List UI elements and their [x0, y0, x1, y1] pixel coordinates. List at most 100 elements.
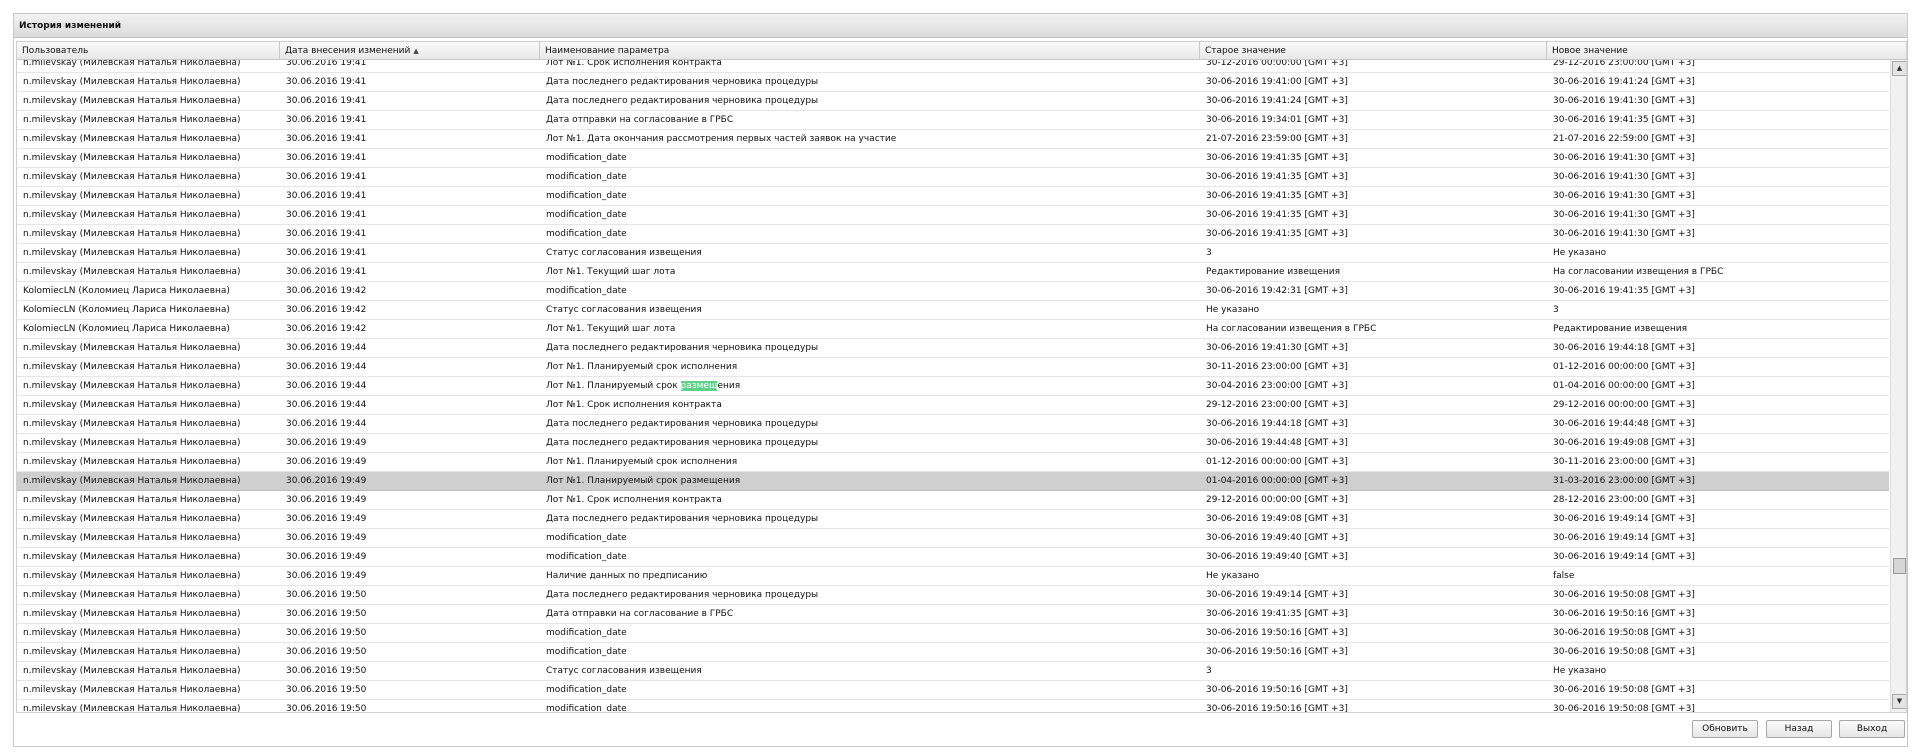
exit-button[interactable]: Выход	[1839, 720, 1905, 738]
table-row[interactable]: n.milevskay (Милевская Наталья Николаевн…	[17, 130, 1889, 149]
cell-new-value: 30-06-2016 19:41:30 [GMT +3]	[1553, 96, 1695, 106]
cell-date: 30.06.2016 19:49	[286, 457, 367, 467]
table-row[interactable]: n.milevskay (Милевская Наталья Николаевн…	[17, 453, 1889, 472]
cell-parameter: modification_date	[546, 704, 627, 712]
cell-user: n.milevskay (Милевская Наталья Николаевн…	[23, 476, 241, 486]
table-row[interactable]: n.milevskay (Милевская Наталья Николаевн…	[17, 187, 1889, 206]
vertical-scrollbar[interactable]: ▲ ▼	[1890, 60, 1906, 712]
column-header-old-value[interactable]: Старое значение	[1200, 42, 1547, 60]
scroll-down-icon[interactable]: ▼	[1892, 694, 1906, 709]
cell-new-value: 30-06-2016 19:49:08 [GMT +3]	[1553, 438, 1695, 448]
cell-new-value: 30-06-2016 19:49:14 [GMT +3]	[1553, 552, 1695, 562]
cell-date: 30.06.2016 19:42	[286, 305, 367, 315]
column-header-label: Дата внесения изменений	[285, 46, 411, 56]
column-header-label: Пользователь	[22, 46, 89, 56]
cell-user: KolomiecLN (Коломиец Лариса Николаевна)	[23, 324, 230, 334]
cell-date: 30.06.2016 19:42	[286, 324, 367, 334]
table-row[interactable]: n.milevskay (Милевская Наталья Николаевн…	[17, 624, 1889, 643]
cell-parameter: Лот №1. Дата окончания рассмотрения перв…	[546, 134, 897, 144]
table-row[interactable]: n.milevskay (Милевская Наталья Николаевн…	[17, 73, 1889, 92]
scroll-up-icon[interactable]: ▲	[1892, 61, 1906, 76]
cell-parameter: Дата последнего редактирования черновика…	[546, 514, 819, 524]
cell-date: 30.06.2016 19:42	[286, 286, 367, 296]
cell-user: n.milevskay (Милевская Наталья Николаевн…	[23, 457, 241, 467]
back-button[interactable]: Назад	[1766, 720, 1832, 738]
table-row[interactable]: n.milevskay (Милевская Наталья Николаевн…	[17, 111, 1889, 130]
cell-user: n.milevskay (Милевская Наталья Николаевн…	[23, 590, 241, 600]
table-row[interactable]: n.milevskay (Милевская Наталья Николаевн…	[17, 681, 1889, 700]
cell-user: n.milevskay (Милевская Наталья Николаевн…	[23, 343, 241, 353]
cell-new-value: Не указано	[1553, 248, 1607, 258]
table-row[interactable]: n.milevskay (Милевская Наталья Николаевн…	[17, 92, 1889, 111]
table-row[interactable]: n.milevskay (Милевская Наталья Николаевн…	[17, 206, 1889, 225]
table-row[interactable]: n.milevskay (Милевская Наталья Николаевн…	[17, 60, 1889, 73]
column-header-new-value[interactable]: Новое значение	[1547, 42, 1906, 60]
column-header-date[interactable]: Дата внесения изменений ▲	[280, 42, 540, 60]
cell-old-value: 30-06-2016 19:34:01 [GMT +3]	[1206, 115, 1348, 125]
table-row[interactable]: n.milevskay (Милевская Наталья Николаевн…	[17, 263, 1889, 282]
table-row[interactable]: n.milevskay (Милевская Наталья Николаевн…	[17, 149, 1889, 168]
cell-new-value: 30-06-2016 19:41:30 [GMT +3]	[1553, 229, 1695, 239]
table-row[interactable]: n.milevskay (Милевская Наталья Николаевн…	[17, 662, 1889, 681]
table-row[interactable]: n.milevskay (Милевская Наталья Николаевн…	[17, 434, 1889, 453]
column-header-user[interactable]: Пользователь	[17, 42, 280, 60]
table-row[interactable]: n.milevskay (Милевская Наталья Николаевн…	[17, 605, 1889, 624]
column-header-label: Новое значение	[1552, 46, 1628, 56]
refresh-button[interactable]: Обновить	[1692, 720, 1758, 738]
table-row[interactable]: n.milevskay (Милевская Наталья Николаевн…	[17, 548, 1889, 567]
cell-user: n.milevskay (Милевская Наталья Николаевн…	[23, 438, 241, 448]
cell-new-value: 30-06-2016 19:44:48 [GMT +3]	[1553, 419, 1695, 429]
table-row[interactable]: KolomiecLN (Коломиец Лариса Николаевна) 3…	[17, 301, 1889, 320]
table-row[interactable]: KolomiecLN (Коломиец Лариса Николаевна) 3…	[17, 282, 1889, 301]
table-row[interactable]: n.milevskay (Милевская Наталья Николаевн…	[17, 225, 1889, 244]
table-row[interactable]: n.milevskay (Милевская Наталья Николаевн…	[17, 244, 1889, 263]
history-panel: История изменений Пользователь Дата внес…	[13, 13, 1908, 747]
cell-user: n.milevskay (Милевская Наталья Николаевн…	[23, 267, 241, 277]
table-row[interactable]: n.milevskay (Милевская Наталья Николаевн…	[17, 472, 1889, 491]
cell-new-value: Не указано	[1553, 666, 1607, 676]
cell-text: Лот №1. Планируемый срок	[546, 381, 681, 391]
table-row[interactable]: n.milevskay (Милевская Наталья Николаевн…	[17, 586, 1889, 605]
cell-old-value: Не указано	[1206, 305, 1260, 315]
cell-new-value: 31-03-2016 23:00:00 [GMT +3]	[1553, 476, 1695, 486]
table-row[interactable]: n.milevskay (Милевская Наталья Николаевн…	[17, 529, 1889, 548]
table-row[interactable]: n.milevskay (Милевская Наталья Николаевн…	[17, 415, 1889, 434]
cell-date: 30.06.2016 19:41	[286, 115, 367, 125]
sort-ascending-icon: ▲	[413, 47, 419, 55]
table-row[interactable]: n.milevskay (Милевская Наталья Николаевн…	[17, 358, 1889, 377]
cell-parameter: Лот №1. Текущий шаг лота	[546, 324, 676, 334]
cell-parameter: modification_date	[546, 210, 627, 220]
cell-new-value: Редактирование извещения	[1553, 324, 1688, 334]
table-row[interactable]: n.milevskay (Милевская Наталья Николаевн…	[17, 396, 1889, 415]
table-row[interactable]: n.milevskay (Милевская Наталья Николаевн…	[17, 377, 1889, 396]
search-highlight: размещ	[680, 381, 718, 391]
grid-rows: n.milevskay (Милевская Наталья Николаевн…	[17, 60, 1889, 712]
table-row[interactable]: n.milevskay (Милевская Наталья Николаевн…	[17, 567, 1889, 586]
table-row[interactable]: n.milevskay (Милевская Наталья Николаевн…	[17, 339, 1889, 358]
cell-old-value: 29-12-2016 00:00:00 [GMT +3]	[1206, 495, 1348, 505]
table-row[interactable]: n.milevskay (Милевская Наталья Николаевн…	[17, 700, 1889, 712]
cell-new-value: 30-06-2016 19:41:30 [GMT +3]	[1553, 191, 1695, 201]
table-row[interactable]: n.milevskay (Милевская Наталья Николаевн…	[17, 510, 1889, 529]
table-row[interactable]: n.milevskay (Милевская Наталья Николаевн…	[17, 491, 1889, 510]
column-header-parameter[interactable]: Наименование параметра	[540, 42, 1200, 60]
cell-user: n.milevskay (Милевская Наталья Николаевн…	[23, 153, 241, 163]
table-row[interactable]: n.milevskay (Милевская Наталья Николаевн…	[17, 168, 1889, 187]
cell-user: n.milevskay (Милевская Наталья Николаевн…	[23, 96, 241, 106]
cell-date: 30.06.2016 19:41	[286, 210, 367, 220]
cell-old-value: 30-12-2016 00:00:00 [GMT +3]	[1206, 60, 1348, 68]
cell-new-value: 30-06-2016 19:41:24 [GMT +3]	[1553, 77, 1695, 87]
cell-new-value: 01-12-2016 00:00:00 [GMT +3]	[1553, 362, 1695, 372]
cell-new-value: 30-06-2016 19:50:08 [GMT +3]	[1553, 704, 1695, 712]
cell-old-value: 30-06-2016 19:44:48 [GMT +3]	[1206, 438, 1348, 448]
cell-date: 30.06.2016 19:41	[286, 229, 367, 239]
cell-user: n.milevskay (Милевская Наталья Николаевн…	[23, 628, 241, 638]
cell-parameter: modification_date	[546, 647, 627, 657]
cell-parameter: Наличие данных по предписанию	[546, 571, 708, 581]
cell-old-value: Не указано	[1206, 571, 1260, 581]
table-row[interactable]: n.milevskay (Милевская Наталья Николаевн…	[17, 643, 1889, 662]
table-row[interactable]: KolomiecLN (Коломиец Лариса Николаевна) 3…	[17, 320, 1889, 339]
cell-old-value: Редактирование извещения	[1206, 267, 1341, 277]
scrollbar-thumb[interactable]	[1893, 558, 1906, 574]
cell-new-value: 30-06-2016 19:50:08 [GMT +3]	[1553, 628, 1695, 638]
